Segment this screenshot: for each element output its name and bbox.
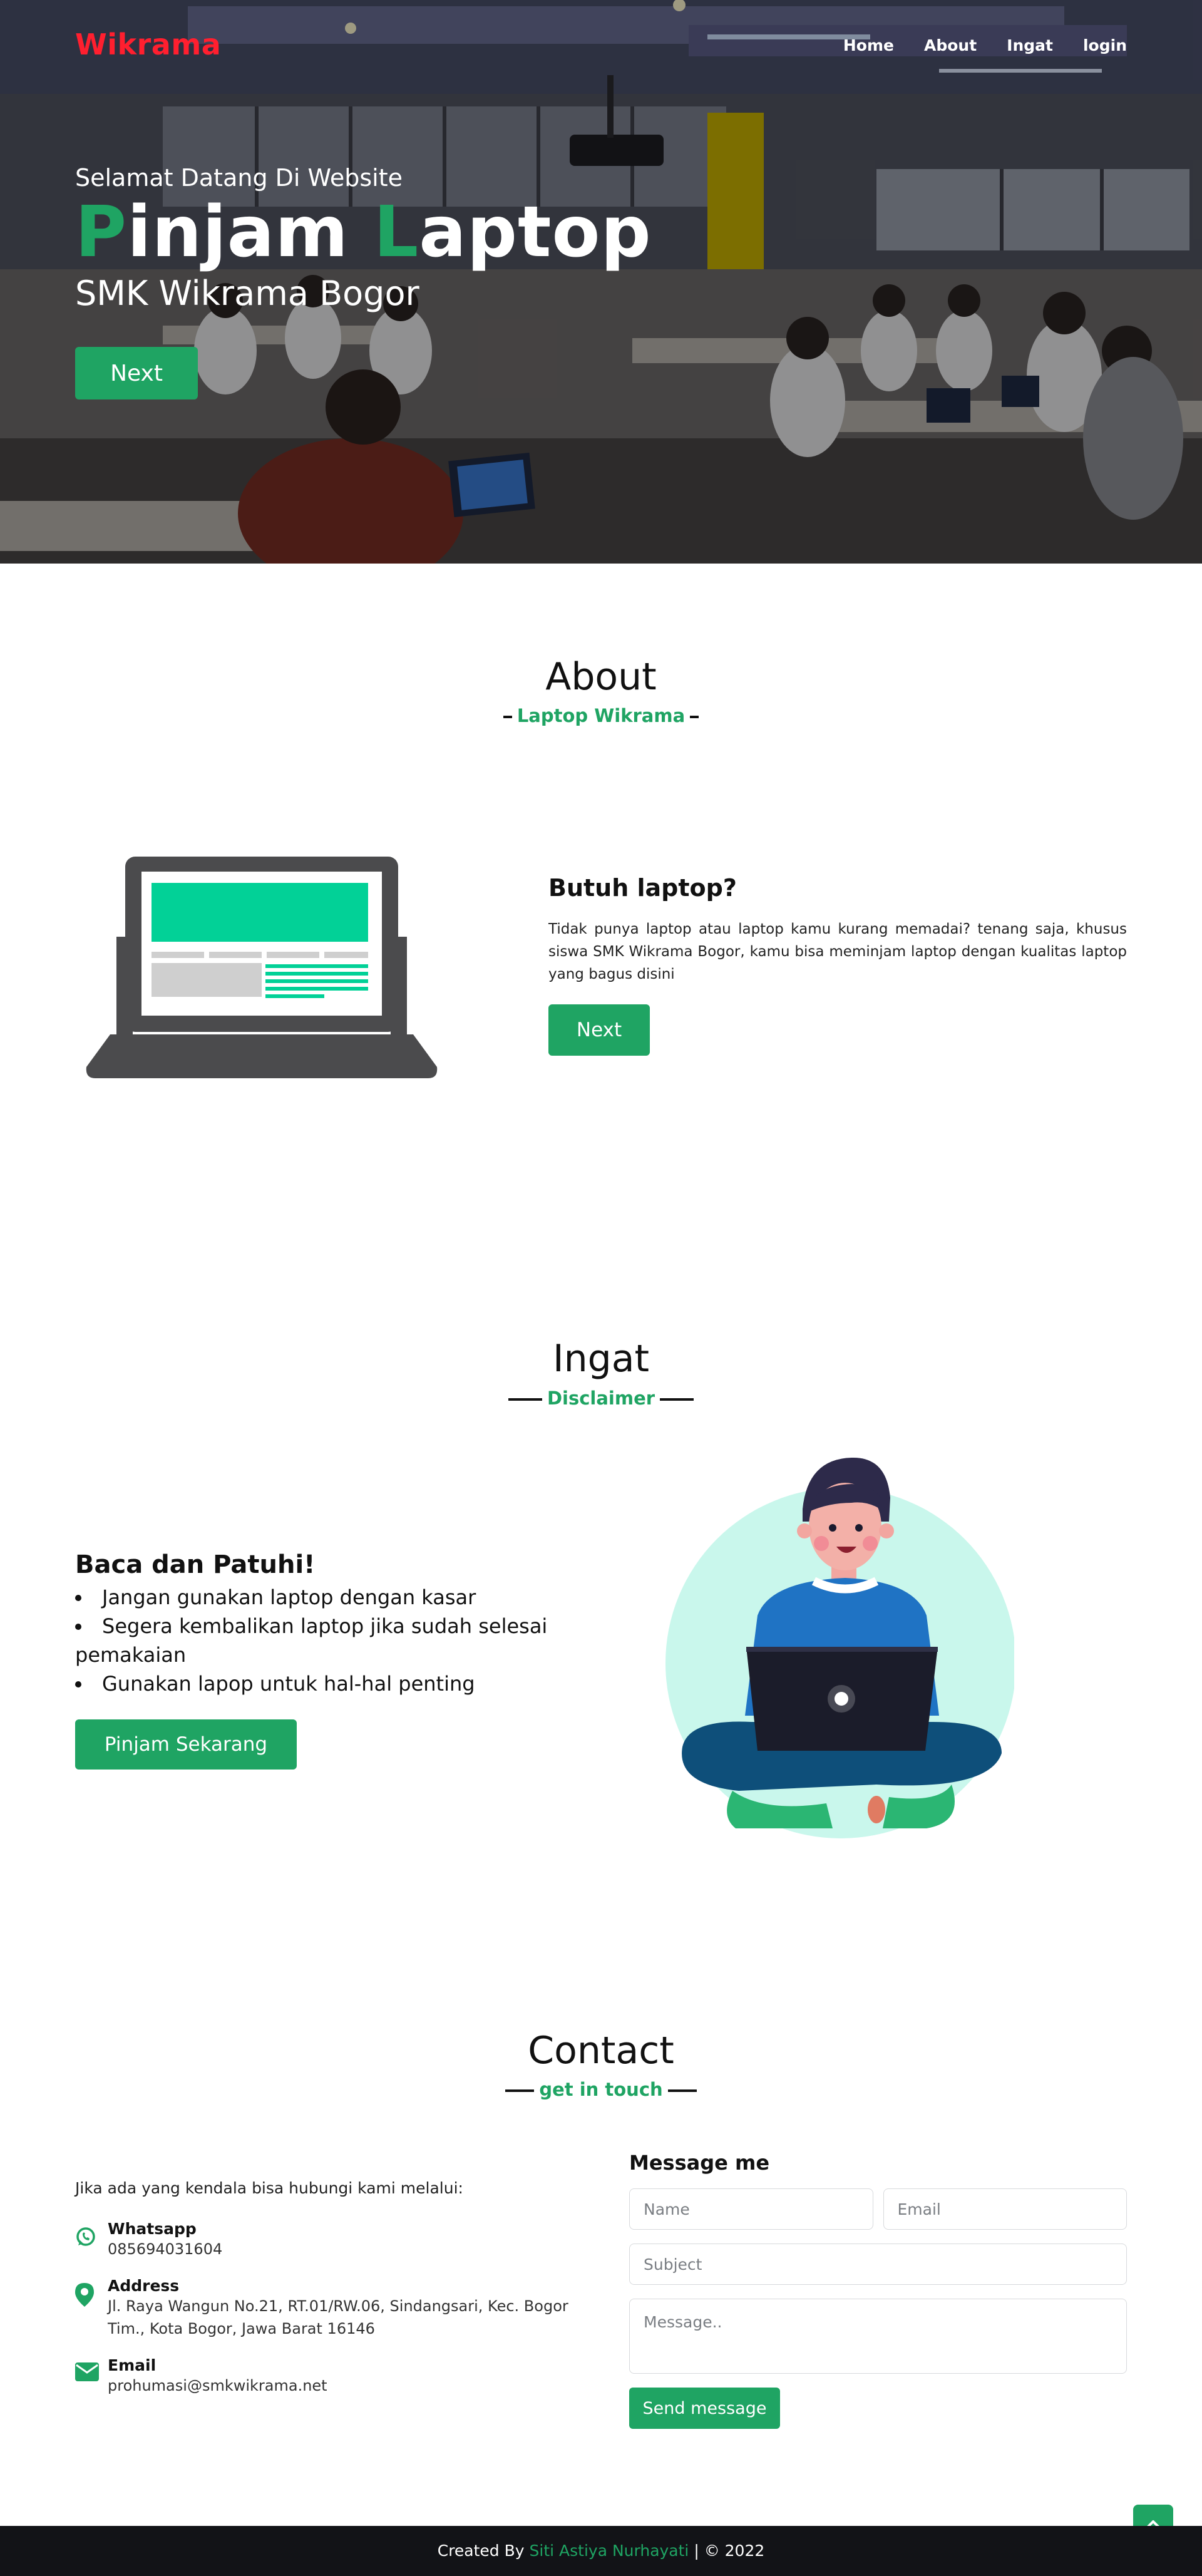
map-pin-icon [75,2283,94,2307]
name-input[interactable] [629,2188,873,2230]
subject-input[interactable] [629,2244,1127,2285]
address-label: Address [108,2277,180,2295]
contact-lead: Jika ada yang kendala bisa hubungi kami … [75,2179,463,2197]
divider-line [667,2089,697,2092]
rules-box: Baca dan Patuhi! Jangan gunakan laptop d… [75,1550,639,1770]
laptop-illustration [86,857,438,1078]
hero-subtitle: SMK Wikrama Bogor [75,274,419,314]
whatsapp-icon [76,2227,95,2246]
hero-title-letter-p: P [75,192,128,273]
about-subtitle-text: Laptop Wikrama [516,705,686,726]
contact-form-title: Message me [629,2151,770,2175]
about-title: About [545,655,657,699]
address-value: Jl. Raya Wangun No.21, RT.01/RW.06, Sind… [108,2297,568,2337]
footer-author-link[interactable]: Siti Astiya Nurhayati [530,2542,689,2560]
contact-email: Email prohumasi@smkwikrama.net [75,2356,595,2397]
ingat-subtitle: Disclaimer [0,1388,1202,1409]
person-with-laptop-illustration [665,1457,1014,1838]
hero-kicker: Selamat Datang Di Website [75,164,403,192]
hero-section: Wikrama Home About Ingat login Selamat D… [0,0,1202,564]
contact-address: Address Jl. Raya Wangun No.21, RT.01/RW.… [75,2277,595,2340]
hero-text: Selamat Datang Di Website Pinjam Laptop … [75,164,652,313]
rule-item: Segera kembalikan laptop jika sudah sele… [75,1612,639,1669]
send-message-button[interactable]: Send message [629,2388,780,2429]
hero-title-part1: injam [127,192,374,273]
hero-title-letter-l: L [373,192,419,273]
contact-title: Contact [528,2029,674,2073]
email-input[interactable] [883,2188,1127,2230]
divider-line [503,716,512,718]
footer-created-by: Created By [437,2542,530,2560]
about-card-text: Tidak punya laptop atau laptop kamu kura… [548,921,1127,982]
rule-item: Gunakan lapop untuk hal-hal penting [75,1669,639,1698]
contact-form: Message me Send message [629,2151,1127,2429]
hero-next-button[interactable]: Next [75,347,198,399]
rules-list: Jangan gunakan laptop dengan kasar Seger… [75,1583,639,1698]
contact-info: Jika ada yang kendala bisa hubungi kami … [75,2179,595,2413]
nav-about[interactable]: About [924,36,977,54]
ingat-title: Ingat [552,1337,650,1381]
email-value[interactable]: prohumasi@smkwikrama.net [108,2374,595,2397]
nav-ingat[interactable]: Ingat [1007,36,1053,54]
divider-line [508,1398,542,1401]
about-next-button[interactable]: Next [548,1004,650,1056]
about-card: Butuh laptop? Tidak punya laptop atau la… [548,874,1127,1056]
divider-line [505,2089,535,2092]
hero-title: Pinjam Laptop [75,192,652,273]
rule-item: Jangan gunakan laptop dengan kasar [75,1583,639,1612]
nav-home[interactable]: Home [843,36,894,54]
contact-whatsapp: Whatsapp 085694031604 [75,2220,595,2260]
message-textarea[interactable] [629,2299,1127,2374]
nav-login[interactable]: login [1083,36,1127,54]
envelope-icon [75,2362,99,2381]
whatsapp-label: Whatsapp [108,2220,197,2238]
footer-copyright: | © 2022 [689,2542,765,2560]
main-nav: Home About Ingat login [843,36,1127,54]
ingat-subtitle-text: Disclaimer [547,1388,655,1409]
contact-subtitle-text: get in touch [539,2079,663,2100]
divider-line [660,1398,694,1401]
contact-subtitle: get in touch [0,2079,1202,2100]
about-card-title: Butuh laptop? [548,874,737,902]
divider-line [690,716,699,718]
rules-title: Baca dan Patuhi! [75,1550,316,1579]
pinjam-sekarang-button[interactable]: Pinjam Sekarang [75,1719,297,1770]
whatsapp-value[interactable]: 085694031604 [108,2238,595,2260]
footer: Created By Siti Astiya Nurhayati | © 202… [0,2526,1202,2576]
email-label: Email [108,2356,157,2374]
brand-logo[interactable]: Wikrama [75,28,221,61]
about-subtitle: Laptop Wikrama [0,705,1202,726]
hero-title-part2: aptop [419,192,652,273]
